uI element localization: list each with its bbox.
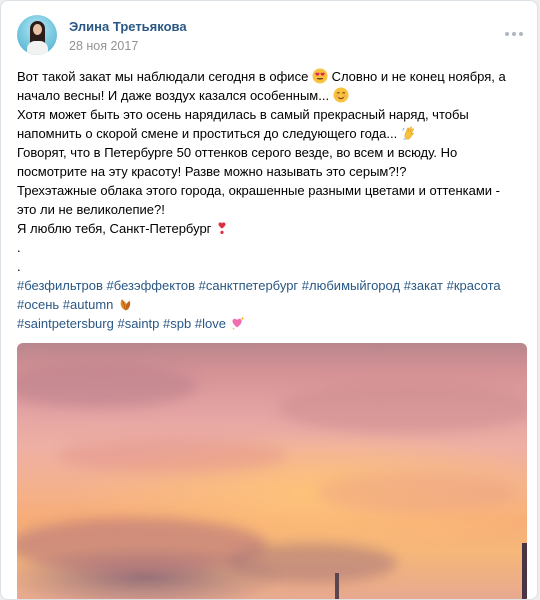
hashtag-link[interactable]: #любимыйгород: [302, 278, 400, 293]
text-line: посмотрите на эту красоту! Разве можно н…: [17, 164, 407, 179]
hashtag-link[interactable]: #закат: [404, 278, 443, 293]
post-header: Элина Третьякова 28 ноя 2017: [17, 15, 523, 59]
text-line: .: [17, 240, 21, 255]
text-line: напомнить о скорой смене и проститься до…: [17, 124, 523, 143]
hashtag-link[interactable]: #осень: [17, 297, 59, 312]
text-line: начало весны! И даже воздух казался особ…: [17, 86, 523, 105]
text-line: Я люблю тебя, Санкт-Петербург: [17, 219, 523, 238]
post-date[interactable]: 28 ноя 2017: [69, 39, 138, 53]
hashtag-line: #безфильтров #безэффектов #санктпетербур…: [17, 276, 523, 295]
post-card: Элина Третьякова 28 ноя 2017 Вот такой з…: [0, 0, 538, 600]
heart-eyes-emoji: [312, 68, 328, 84]
post-photo[interactable]: [17, 343, 527, 599]
hashtag-line: #saintpetersburg #saintp #spb #love: [17, 314, 523, 333]
hashtag-link[interactable]: #autumn: [63, 297, 114, 312]
text-line: Хотя может быть это осень нарядилась в с…: [17, 107, 469, 122]
more-options-icon[interactable]: [505, 27, 523, 41]
text-line: Трехэтажные облака этого города, окрашен…: [17, 183, 501, 198]
text-line: .: [17, 259, 21, 274]
hashtag-link[interactable]: #love: [195, 316, 226, 331]
post-text: Вот такой закат мы наблюдали сегодня в о…: [17, 67, 523, 333]
sparkling-heart-emoji: [230, 315, 246, 331]
waving-hand-emoji: [401, 125, 417, 141]
text-line: Вот такой закат мы наблюдали сегодня в о…: [17, 68, 506, 84]
hashtag-link[interactable]: #spb: [163, 316, 191, 331]
text-line: это ли не великолепие?!: [17, 202, 165, 217]
hashtag-link[interactable]: #безэффектов: [107, 278, 195, 293]
hashtag-link[interactable]: #saintpetersburg: [17, 316, 114, 331]
text-line: Говорят, что в Петербурге 50 оттенков се…: [17, 145, 458, 160]
author-name[interactable]: Элина Третьякова: [69, 19, 187, 34]
hashtag-link[interactable]: #безфильтров: [17, 278, 103, 293]
fallen-leaf-emoji: [117, 296, 133, 312]
hashtag-link[interactable]: #санктпетербург: [199, 278, 299, 293]
hashtag-link[interactable]: #красота: [447, 278, 501, 293]
heart-exclamation-emoji: [215, 220, 231, 236]
blush-emoji: [333, 87, 349, 103]
hashtag-line: #осень #autumn: [17, 295, 523, 314]
hashtag-link[interactable]: #saintp: [117, 316, 159, 331]
author-avatar[interactable]: [17, 15, 57, 55]
